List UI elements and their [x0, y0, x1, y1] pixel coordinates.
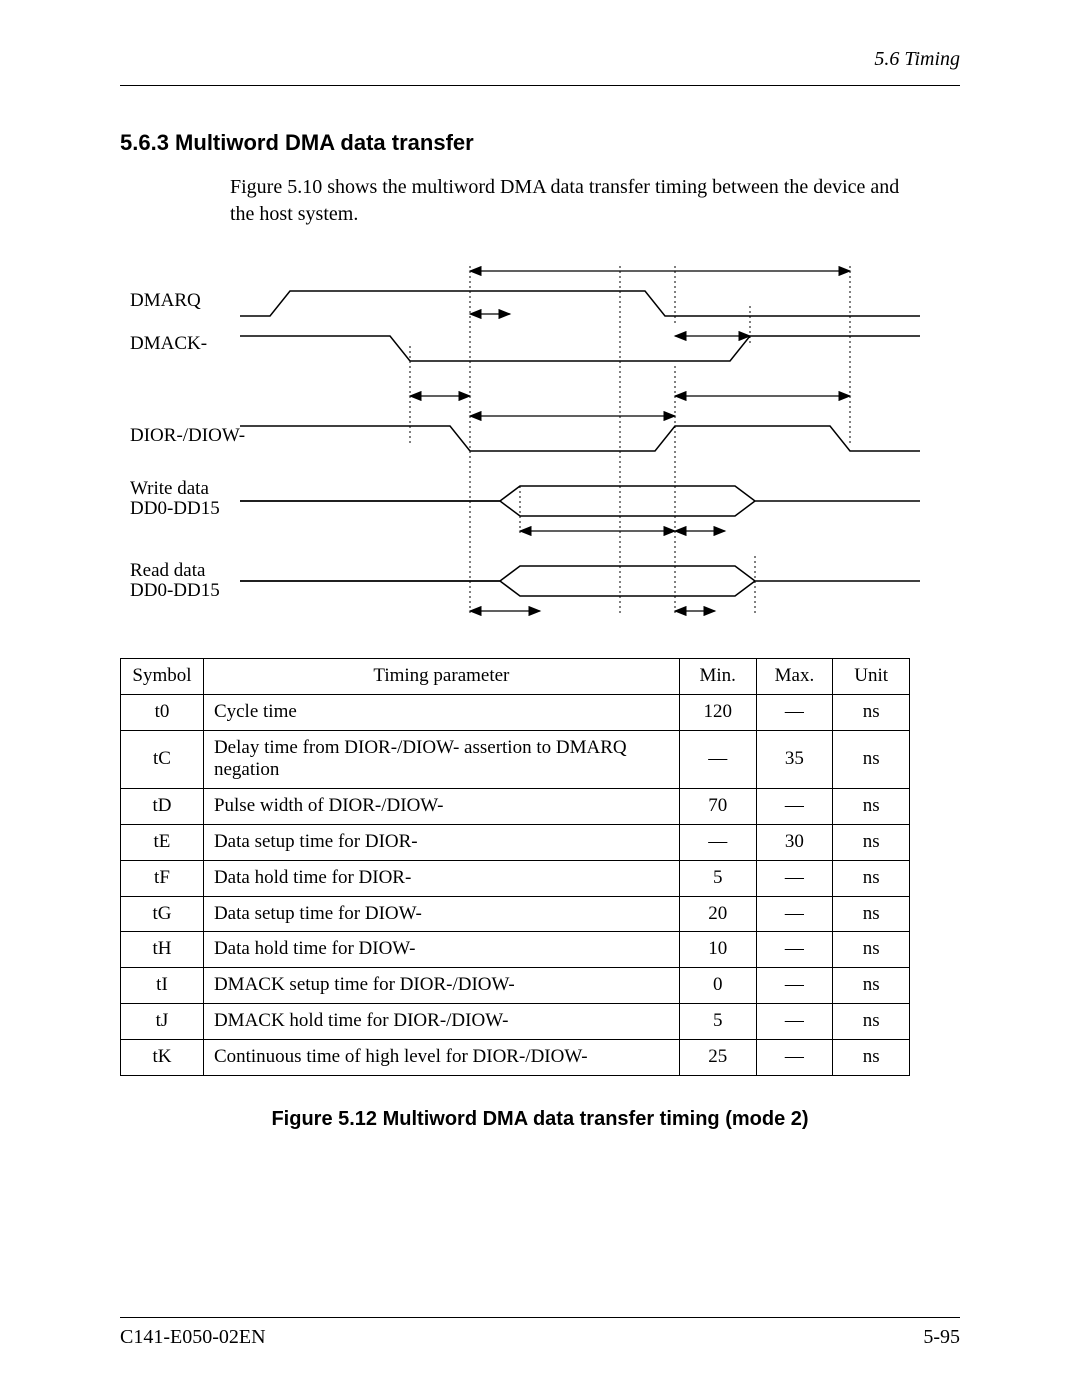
- label-write-1: Write data: [130, 478, 209, 499]
- cell-param: Data hold time for DIOR-: [203, 860, 679, 896]
- cell-max: 35: [756, 730, 833, 789]
- figure-caption: Figure 5.12 Multiword DMA data transfer …: [120, 1108, 960, 1131]
- cell-max: —: [756, 789, 833, 825]
- cell-symbol: tF: [121, 860, 204, 896]
- cell-symbol: tD: [121, 789, 204, 825]
- cell-max: —: [756, 896, 833, 932]
- table-row: tIDMACK setup time for DIOR-/DIOW-0—ns: [121, 968, 910, 1004]
- cell-max: —: [756, 968, 833, 1004]
- dim-tK: tK: [751, 375, 770, 396]
- cell-symbol: tI: [121, 968, 204, 1004]
- page-num: 5-95: [923, 1326, 960, 1349]
- cell-param: Data hold time for DIOW-: [203, 932, 679, 968]
- section-heading: 5.6.3 Multiword DMA data transfer: [120, 130, 960, 156]
- cell-unit: ns: [833, 896, 910, 932]
- th-min: Min.: [679, 659, 756, 695]
- running-header: 5.6 Timing: [120, 48, 960, 77]
- dim-tE: tE: [497, 610, 514, 631]
- cell-min: 5: [679, 1003, 756, 1039]
- cell-symbol: tH: [121, 932, 204, 968]
- cell-unit: ns: [833, 1039, 910, 1075]
- cell-symbol: tE: [121, 824, 204, 860]
- header-rule: [120, 85, 960, 86]
- th-unit: Unit: [833, 659, 910, 695]
- cell-symbol: tG: [121, 896, 204, 932]
- cell-max: —: [756, 1039, 833, 1075]
- label-read-1: Read data: [130, 560, 206, 581]
- timing-diagram: DMARQ DMACK- DIOR-/DIOW- Write data DD0-…: [120, 246, 940, 636]
- cell-symbol: tJ: [121, 1003, 204, 1039]
- cell-unit: ns: [833, 694, 910, 730]
- dim-t0: t0: [643, 250, 658, 271]
- cell-unit: ns: [833, 730, 910, 789]
- cell-param: DMACK setup time for DIOR-/DIOW-: [203, 968, 679, 1004]
- dim-tC: tC: [481, 318, 499, 339]
- timing-table: Symbol Timing parameter Min. Max. Unit t…: [120, 658, 910, 1076]
- cell-max: —: [756, 694, 833, 730]
- label-dmarq: DMARQ: [130, 290, 201, 311]
- cell-min: 25: [679, 1039, 756, 1075]
- th-max: Max.: [756, 659, 833, 695]
- dim-tD: tD: [563, 394, 582, 415]
- label-dmack: DMACK-: [130, 333, 207, 354]
- cell-min: 20: [679, 896, 756, 932]
- cell-param: Cycle time: [203, 694, 679, 730]
- cell-param: Data setup time for DIOW-: [203, 896, 679, 932]
- cell-max: —: [756, 860, 833, 896]
- cell-symbol: tK: [121, 1039, 204, 1075]
- cell-max: —: [756, 1003, 833, 1039]
- table-row: tEData setup time for DIOR-—30ns: [121, 824, 910, 860]
- label-read-2: DD0-DD15: [130, 580, 220, 601]
- cell-param: Continuous time of high level for DIOR-/…: [203, 1039, 679, 1075]
- table-row: tCDelay time from DIOR-/DIOW- assertion …: [121, 730, 910, 789]
- cell-min: 70: [679, 789, 756, 825]
- table-row: tFData hold time for DIOR-5—ns: [121, 860, 910, 896]
- cell-symbol: t0: [121, 694, 204, 730]
- section-number: 5.6.3: [120, 130, 169, 155]
- table-row: t0Cycle time120—ns: [121, 694, 910, 730]
- cell-unit: ns: [833, 860, 910, 896]
- cell-unit: ns: [833, 789, 910, 825]
- cell-min: 10: [679, 932, 756, 968]
- cell-unit: ns: [833, 932, 910, 968]
- cell-max: 30: [756, 824, 833, 860]
- cell-min: 120: [679, 694, 756, 730]
- table-row: tDPulse width of DIOR-/DIOW-70—ns: [121, 789, 910, 825]
- dim-tJ: tJ: [706, 314, 719, 335]
- dim-tG: tG: [591, 530, 610, 551]
- th-param: Timing parameter: [203, 659, 679, 695]
- cell-param: Data setup time for DIOR-: [203, 824, 679, 860]
- intro-paragraph: Figure 5.10 shows the multiword DMA data…: [230, 174, 910, 228]
- page: 5.6 Timing 5.6.3 Multiword DMA data tran…: [0, 0, 1080, 1397]
- cell-param: Delay time from DIOR-/DIOW- assertion to…: [203, 730, 679, 789]
- cell-unit: ns: [833, 1003, 910, 1039]
- cell-max: —: [756, 932, 833, 968]
- cell-min: 5: [679, 860, 756, 896]
- cell-unit: ns: [833, 824, 910, 860]
- table-row: tHData hold time for DIOW-10—ns: [121, 932, 910, 968]
- table-header-row: Symbol Timing parameter Min. Max. Unit: [121, 659, 910, 695]
- cell-unit: ns: [833, 968, 910, 1004]
- cell-symbol: tC: [121, 730, 204, 789]
- cell-param: DMACK hold time for DIOR-/DIOW-: [203, 1003, 679, 1039]
- cell-min: —: [679, 824, 756, 860]
- cell-min: —: [679, 730, 756, 789]
- table-row: tKContinuous time of high level for DIOR…: [121, 1039, 910, 1075]
- label-write-2: DD0-DD15: [130, 498, 220, 519]
- dim-tF: tF: [687, 610, 703, 631]
- section-title: Multiword DMA data transfer: [169, 130, 474, 155]
- cell-min: 0: [679, 968, 756, 1004]
- dim-tI: tI: [434, 375, 446, 396]
- table-row: tGData setup time for DIOW-20—ns: [121, 896, 910, 932]
- dim-tH: tH: [691, 530, 710, 551]
- table-row: tJDMACK hold time for DIOR-/DIOW-5—ns: [121, 1003, 910, 1039]
- doc-id: C141-E050-02EN: [120, 1326, 266, 1349]
- label-dior-diow: DIOR-/DIOW-: [130, 425, 245, 446]
- cell-param: Pulse width of DIOR-/DIOW-: [203, 789, 679, 825]
- page-footer: C141-E050-02EN 5-95: [120, 1317, 960, 1349]
- th-symbol: Symbol: [121, 659, 204, 695]
